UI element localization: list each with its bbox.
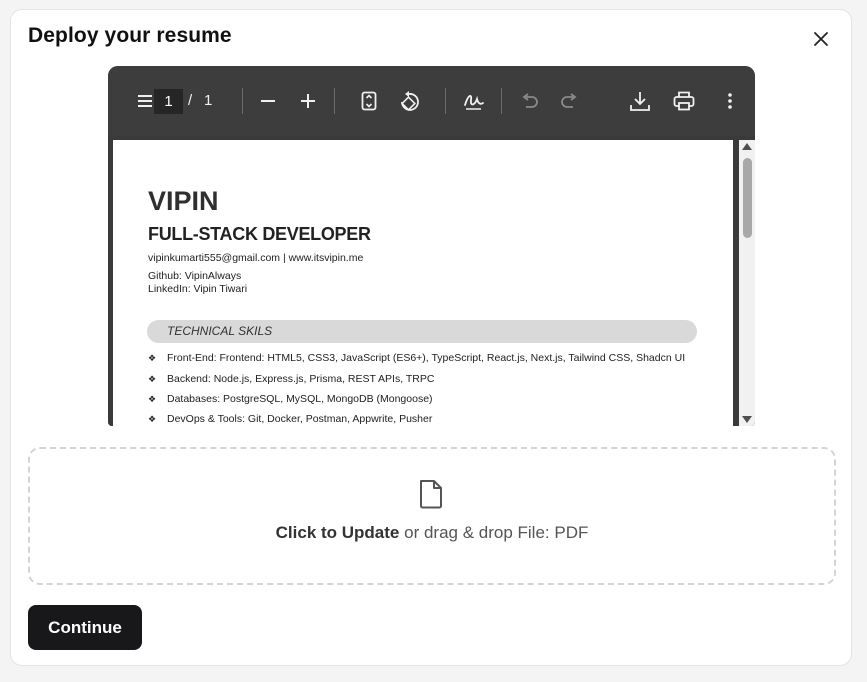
continue-button[interactable]: Continue xyxy=(28,605,142,650)
bullet-icon: ❖ xyxy=(148,374,157,384)
pdf-scrollbar[interactable] xyxy=(739,140,755,426)
resume-github: Github: VipinAlways xyxy=(148,270,242,282)
redo-button[interactable] xyxy=(559,91,579,111)
zoom-out-button[interactable] xyxy=(258,91,278,111)
toolbar-divider xyxy=(334,88,335,114)
scroll-down-arrow-icon[interactable] xyxy=(742,416,752,423)
undo-icon xyxy=(522,93,538,108)
pdf-page: VIPIN FULL-STACK DEVELOPER vipinkumarti5… xyxy=(113,140,733,426)
undo-button[interactable] xyxy=(520,91,540,111)
bullet-icon: ❖ xyxy=(148,414,157,424)
close-icon xyxy=(814,32,828,46)
page-separator: / xyxy=(188,92,193,109)
file-upload-dropzone[interactable]: Click to Update or drag & drop File: PDF xyxy=(28,447,836,585)
pdf-toolbar: 1 / 1 xyxy=(108,66,755,136)
zoom-in-button[interactable] xyxy=(298,91,318,111)
page-number-input[interactable]: 1 xyxy=(154,89,183,114)
zoom-out-icon xyxy=(261,100,275,102)
download-button[interactable] xyxy=(628,89,652,113)
deploy-resume-dialog: Deploy your resume 1 / 1 VIPIN FULL-STAC… xyxy=(10,9,852,666)
more-options-button[interactable] xyxy=(720,89,740,113)
resume-contact: vipinkumarti555@gmail.com | www.itsvipin… xyxy=(148,252,364,264)
fit-page-icon xyxy=(361,91,377,111)
toolbar-divider xyxy=(501,88,502,114)
draw-button[interactable] xyxy=(462,90,486,112)
upload-instructions: Click to Update or drag & drop File: PDF xyxy=(30,523,834,543)
resume-skill-item: ❖ Front-End: Frontend: HTML5, CSS3, JavaS… xyxy=(148,352,686,364)
pdf-document-area[interactable]: VIPIN FULL-STACK DEVELOPER vipinkumarti5… xyxy=(108,136,755,426)
upload-hint: or drag & drop File: PDF xyxy=(399,523,589,542)
scrollbar-thumb[interactable] xyxy=(743,158,752,238)
fit-page-button[interactable] xyxy=(358,90,380,112)
resume-skill-item: ❖ Databases: PostgreSQL, MySQL, MongoDB (… xyxy=(148,393,433,405)
resume-linkedin: LinkedIn: Vipin Tiwari xyxy=(148,283,248,295)
bullet-icon: ❖ xyxy=(148,353,157,363)
resume-skill-item: ❖ Backend: Node.js, Express.js, Prisma, R… xyxy=(148,373,435,385)
download-icon xyxy=(630,92,650,111)
pdf-viewer: 1 / 1 VIPIN FULL-STACK DEVELOPER vipinku… xyxy=(108,66,755,426)
menu-button[interactable] xyxy=(136,91,154,111)
dialog-title: Deploy your resume xyxy=(28,24,232,47)
close-button[interactable] xyxy=(810,28,832,50)
resume-section-header: TECHNICAL SKILS xyxy=(147,320,697,343)
toolbar-divider xyxy=(242,88,243,114)
upload-action-label[interactable]: Click to Update xyxy=(276,523,400,542)
scroll-up-arrow-icon[interactable] xyxy=(742,143,752,150)
bullet-icon: ❖ xyxy=(148,394,157,404)
resume-name: VIPIN xyxy=(148,186,219,216)
resume-role: FULL-STACK DEVELOPER xyxy=(148,224,371,244)
redo-icon xyxy=(561,93,577,108)
rotate-button[interactable] xyxy=(397,90,421,112)
more-icon xyxy=(728,93,732,109)
print-icon xyxy=(673,91,695,111)
page-total: 1 xyxy=(204,92,213,109)
rotate-icon xyxy=(401,91,419,111)
file-icon xyxy=(420,480,442,509)
resume-skill-item: ❖ DevOps & Tools: Git, Docker, Postman, A… xyxy=(148,413,433,425)
toolbar-divider xyxy=(445,88,446,114)
zoom-in-icon xyxy=(301,94,315,108)
draw-icon xyxy=(464,94,484,110)
print-button[interactable] xyxy=(672,89,696,113)
menu-icon xyxy=(138,95,152,107)
